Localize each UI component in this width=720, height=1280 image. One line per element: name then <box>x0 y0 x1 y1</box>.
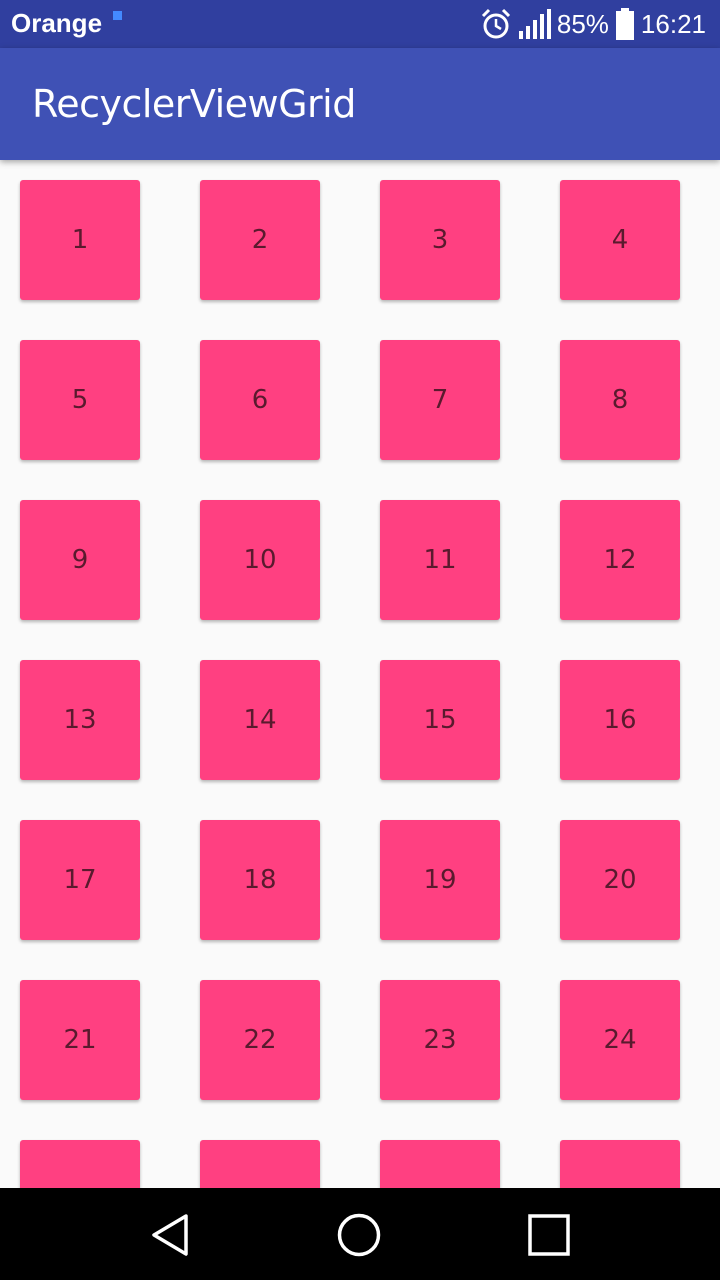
carrier-name: Orange <box>11 8 103 38</box>
grid-item-label: 5 <box>71 385 89 415</box>
recycler-view[interactable]: 1 2 3 4 5 6 7 8 9 10 11 12 13 14 15 16 17 18 19 20 21 22 23 24 <box>0 160 720 1188</box>
grid-item[interactable]: 18 <box>200 820 320 940</box>
grid-item[interactable] <box>560 1140 680 1188</box>
grid-item-label: 20 <box>603 865 637 895</box>
clock: 16:21 <box>640 8 706 39</box>
status-icons: 85% 16:21 <box>479 6 706 42</box>
grid-item-label: 11 <box>423 545 457 575</box>
grid-item-label: 2 <box>251 225 269 255</box>
grid-item[interactable] <box>20 1140 140 1188</box>
grid-item[interactable]: 1 <box>20 180 140 300</box>
grid-item-label: 8 <box>611 385 629 415</box>
grid-item[interactable]: 4 <box>560 180 680 300</box>
grid-item-label: 13 <box>63 705 97 735</box>
notification-icon <box>113 11 122 20</box>
grid-item-label: 21 <box>63 1025 97 1055</box>
grid: 1 2 3 4 5 6 7 8 9 10 11 12 13 14 15 16 17 18 19 20 21 22 23 24 <box>20 180 680 1188</box>
navigation-bar <box>0 1188 720 1280</box>
grid-item[interactable]: 10 <box>200 500 320 620</box>
grid-item-label: 4 <box>611 225 629 255</box>
grid-item[interactable]: 13 <box>20 660 140 780</box>
home-icon[interactable] <box>336 1212 382 1258</box>
grid-item-label: 17 <box>63 865 97 895</box>
battery-percent: 85% <box>556 8 609 39</box>
grid-item-label: 9 <box>71 545 89 575</box>
grid-item-label: 16 <box>603 705 637 735</box>
grid-item[interactable]: 23 <box>380 980 500 1100</box>
grid-item[interactable] <box>380 1140 500 1188</box>
grid-item-label: 7 <box>431 385 449 415</box>
grid-item[interactable]: 14 <box>200 660 320 780</box>
grid-item[interactable]: 21 <box>20 980 140 1100</box>
grid-item-label: 12 <box>603 545 637 575</box>
grid-item[interactable]: 9 <box>20 500 140 620</box>
grid-item[interactable]: 12 <box>560 500 680 620</box>
grid-item[interactable]: 19 <box>380 820 500 940</box>
grid-item-label: 10 <box>243 545 277 575</box>
grid-item[interactable]: 22 <box>200 980 320 1100</box>
grid-item[interactable]: 6 <box>200 340 320 460</box>
grid-item-label: 23 <box>423 1025 457 1055</box>
grid-item[interactable]: 3 <box>380 180 500 300</box>
grid-item-label: 22 <box>243 1025 277 1055</box>
app-bar: RecyclerViewGrid <box>0 48 720 160</box>
grid-item[interactable]: 16 <box>560 660 680 780</box>
battery-icon <box>615 8 634 40</box>
grid-item[interactable]: 2 <box>200 180 320 300</box>
grid-item-label: 15 <box>423 705 457 735</box>
grid-item[interactable]: 20 <box>560 820 680 940</box>
grid-item-label: 18 <box>243 865 277 895</box>
recents-icon[interactable] <box>526 1212 572 1258</box>
grid-item[interactable] <box>200 1140 320 1188</box>
signal-icon <box>518 9 551 39</box>
grid-item-label: 3 <box>431 225 449 255</box>
grid-item-label: 1 <box>71 225 89 255</box>
grid-item[interactable]: 17 <box>20 820 140 940</box>
grid-item[interactable]: 7 <box>380 340 500 460</box>
grid-item[interactable]: 24 <box>560 980 680 1100</box>
status-bar: Orange 85% 16:21 <box>0 0 720 48</box>
grid-item-label: 24 <box>603 1025 637 1055</box>
grid-item[interactable]: 8 <box>560 340 680 460</box>
grid-item-label: 19 <box>423 865 457 895</box>
grid-item-label: 14 <box>243 705 277 735</box>
alarm-icon <box>481 8 510 39</box>
grid-item-label: 6 <box>251 385 269 415</box>
grid-item[interactable]: 15 <box>380 660 500 780</box>
back-icon[interactable] <box>148 1212 194 1258</box>
app-title: RecyclerViewGrid <box>32 82 356 126</box>
grid-item[interactable]: 5 <box>20 340 140 460</box>
grid-item[interactable]: 11 <box>380 500 500 620</box>
